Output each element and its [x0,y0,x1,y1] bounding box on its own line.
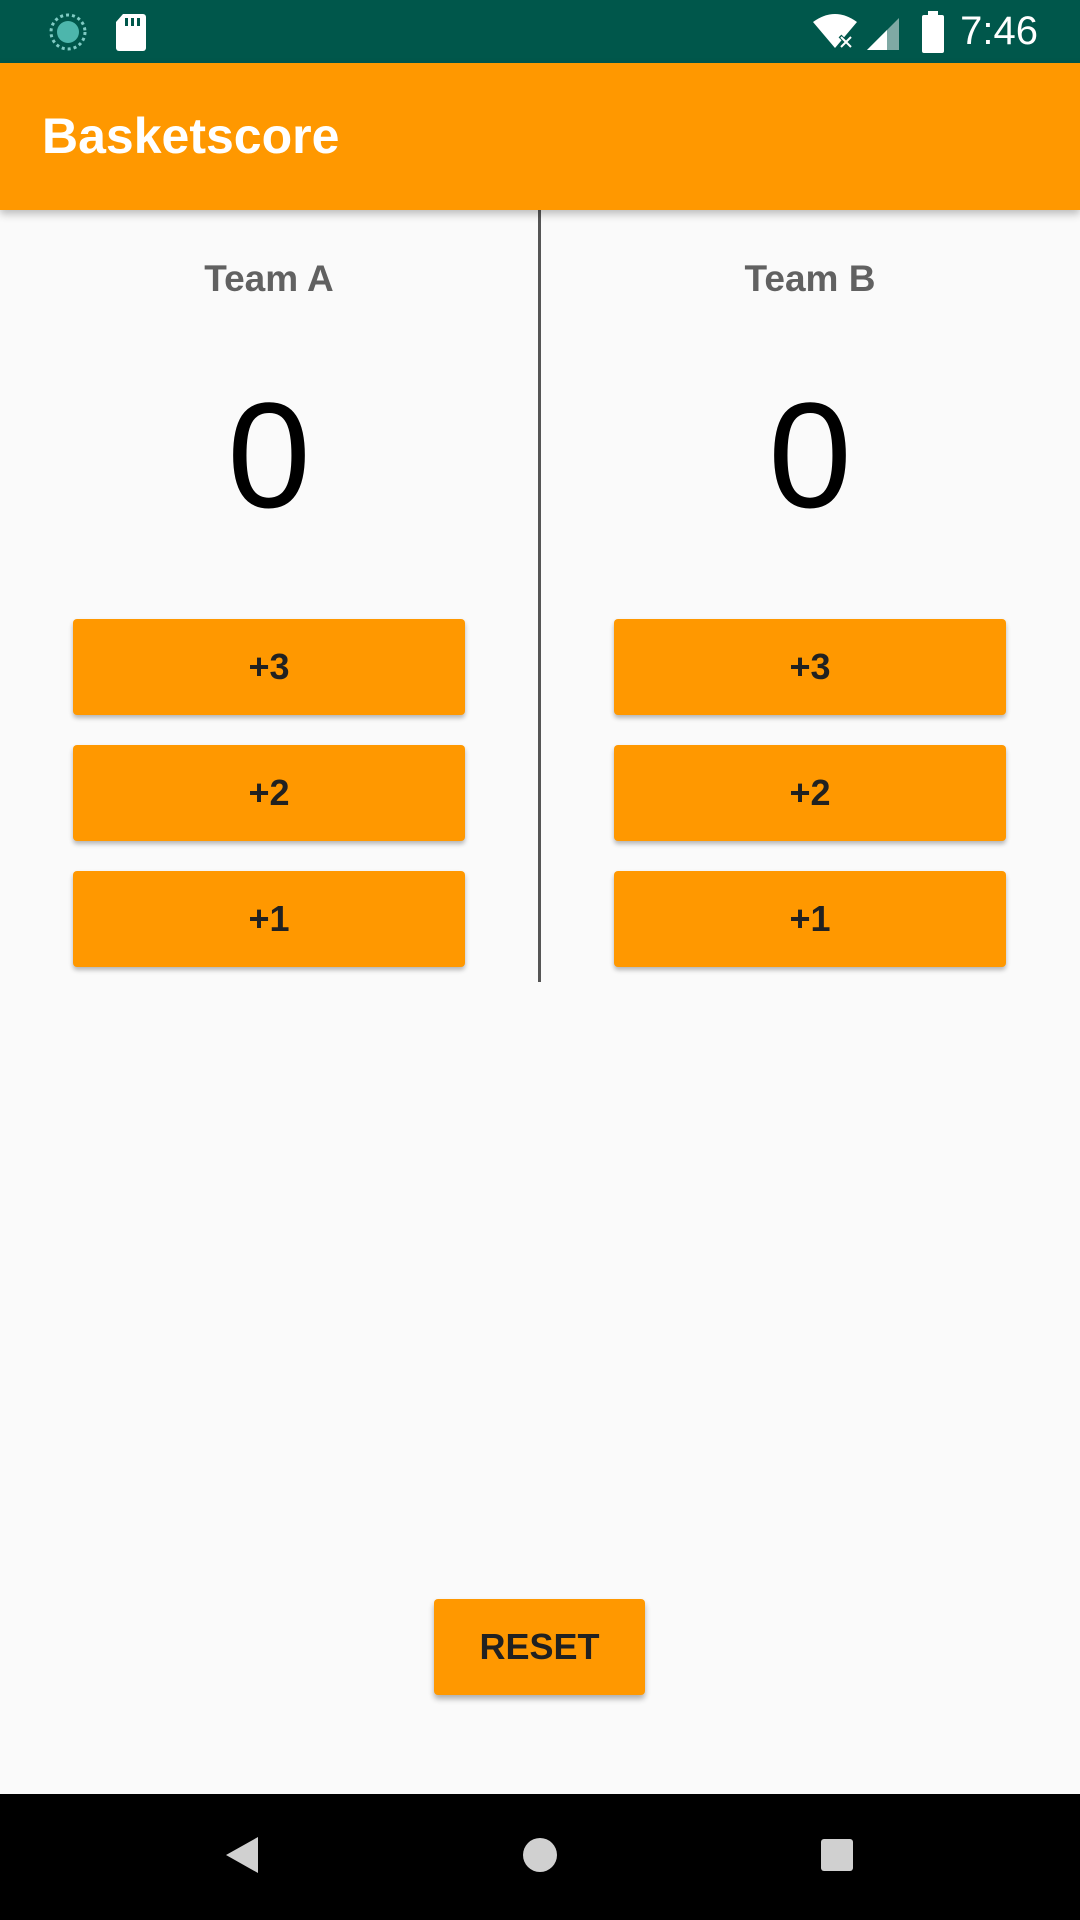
nav-bar [0,1794,1080,1920]
team-b-score: 0 [768,371,852,539]
home-button[interactable] [480,1794,600,1920]
back-button[interactable] [182,1794,302,1920]
team-b-plus-3-button[interactable]: +3 [614,619,1006,715]
wifi-icon [812,0,858,63]
status-bar: 7:46 [0,0,1080,63]
team-b-plus-2-button[interactable]: +2 [614,745,1006,841]
app-title: Basketscore [42,108,340,164]
recents-button[interactable] [777,1794,897,1920]
team-a-name: Team A [204,258,334,299]
status-time: 7:46 [960,9,1038,53]
team-a-score: 0 [227,371,311,539]
team-a-plus-3-button[interactable]: +3 [73,619,465,715]
sync-icon [48,0,88,63]
cell-signal-icon [865,0,901,63]
team-b-name: Team B [744,258,876,299]
recents-icon [819,1837,855,1878]
team-a-plus-2-button[interactable]: +2 [73,745,465,841]
team-b-plus-1-button[interactable]: +1 [614,871,1006,967]
battery-icon [921,0,945,63]
back-icon [224,1835,260,1880]
team-divider [538,210,541,982]
team-a-plus-1-button[interactable]: +1 [73,871,465,967]
reset-button[interactable]: RESET [434,1599,645,1695]
home-icon [520,1835,560,1880]
sd-card-icon [115,0,147,63]
app-bar: Basketscore [0,63,1080,210]
